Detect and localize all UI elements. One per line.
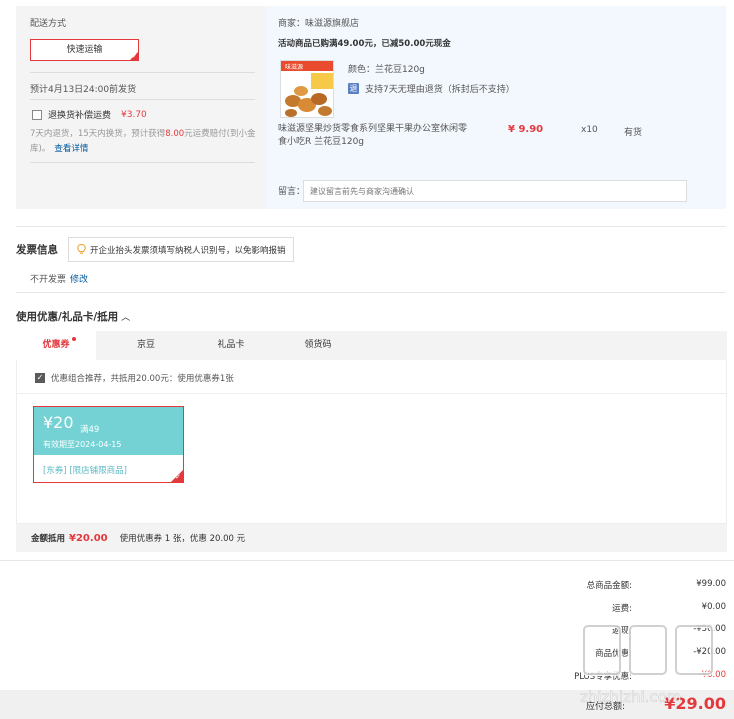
- order-panel: 商家：味滋源旗舰店 活动商品已购满49.00元，已减50.00元现金 味滋源 颜…: [266, 6, 726, 209]
- invoice-value: 不开发票 修改: [30, 272, 88, 285]
- tab-redeem-code[interactable]: 领货码: [288, 331, 348, 360]
- summary-label: 金额抵用: [31, 534, 66, 544]
- promo-text: 活动商品已购满49.00元，已减50.00元现金: [278, 39, 451, 49]
- return-policy-text: 支持7天无理由退货（拆封后不支持）: [365, 85, 515, 95]
- invoice-edit-link[interactable]: 修改: [70, 275, 88, 285]
- coupon-panel: ✓ 优惠组合推荐，共抵用20.00元：使用优惠券1张 ¥20 满49 有效期至2…: [16, 360, 727, 524]
- shop-name: 商家：味滋源旗舰店: [278, 19, 360, 29]
- memo-label: 留言：: [278, 187, 306, 197]
- shipping-title: 配送方式: [30, 19, 67, 29]
- total-value: ¥99.00: [696, 579, 726, 589]
- coupon-combo[interactable]: ✓ 优惠组合推荐，共抵用20.00元：使用优惠券1张: [35, 372, 234, 384]
- product-price: ¥ 9.90: [508, 124, 544, 135]
- divider: [17, 393, 726, 394]
- divider: [16, 226, 726, 227]
- summary-detail: 使用优惠券 1 张，优惠 20.00 元: [119, 534, 246, 544]
- checkmark-icon: ✓: [131, 53, 137, 60]
- insurance-note-text: 7天内退货，15天内换货，预计获得: [30, 129, 166, 139]
- total-row: 运费: ¥0.00: [526, 594, 726, 617]
- insurance-price: ¥3.70: [121, 109, 147, 120]
- thumb-brand: 味滋源: [285, 63, 303, 71]
- stock-status: 有货: [624, 128, 643, 138]
- lightbulb-icon: [77, 244, 86, 254]
- return-icon: 退: [348, 83, 359, 94]
- insurance-checkbox[interactable]: [32, 109, 42, 120]
- divider: [30, 99, 255, 100]
- insurance-note: 7天内退货，15天内换货，预计获得8.00元运费赔付(到小金库)。 查看详情: [30, 127, 258, 157]
- new-dot-icon: [72, 337, 76, 341]
- view-details-link[interactable]: 查看详情: [54, 144, 88, 154]
- invoice-value-text: 不开发票: [30, 275, 67, 285]
- invoice-tip: 开企业抬头发票须填写纳税人识别号，以免影响报销: [68, 237, 294, 262]
- insurance-option[interactable]: 退换货补偿运费 ¥3.70: [32, 108, 147, 121]
- coupon-amount: ¥20: [43, 413, 74, 432]
- checkmark-icon: ✓: [175, 473, 181, 481]
- shipping-method-label: 快速运输: [66, 45, 103, 55]
- total-label: 总商品金额:: [586, 581, 632, 591]
- tab-coupons[interactable]: 优惠券: [16, 331, 96, 360]
- coupon-section-title: 使用优惠/礼品卡/抵用: [16, 311, 119, 323]
- tab-coupons-label: 优惠券: [42, 340, 70, 350]
- combo-checkbox[interactable]: ✓: [35, 373, 45, 383]
- total-label: 运费:: [612, 603, 632, 614]
- divider: [16, 292, 726, 293]
- combo-text: 优惠组合推荐，共抵用20.00元：使用优惠券1张: [51, 374, 234, 384]
- memo-input[interactable]: [303, 180, 687, 202]
- divider: [30, 162, 255, 163]
- product-name[interactable]: 味滋源坚果炒货零食系列坚果干果办公室休闲零食小吃R 兰花豆120g: [278, 123, 468, 149]
- svg-text:zhizhizhi.com: zhizhizhi.com: [580, 688, 681, 706]
- coupon-expiry: 有效期至2024-04-15: [43, 440, 122, 449]
- coupon-tabs: 优惠券 京豆 礼品卡 领货码: [16, 331, 727, 360]
- watermark-logo: zhizhizhi.com: [580, 624, 714, 706]
- tab-gift-card[interactable]: 礼品卡: [201, 331, 261, 360]
- coupon-scope: [东券] [限店铺限商品]: [43, 466, 127, 476]
- divider: [0, 560, 734, 561]
- insurance-note-amount: 8.00: [165, 129, 185, 139]
- divider: [30, 72, 255, 73]
- summary-amount: ¥20.00: [69, 532, 108, 544]
- coupon-condition: 满49: [80, 425, 100, 435]
- product-qty: x10: [581, 125, 598, 135]
- shipping-eta: 预计4月13日24:00前发货: [30, 85, 137, 95]
- insurance-label: 退换货补偿运费: [48, 111, 112, 121]
- shipping-method-button[interactable]: 快速运输 ✓: [30, 39, 139, 61]
- tab-jingdou[interactable]: 京豆: [116, 331, 176, 360]
- invoice-title: 发票信息: [16, 244, 58, 256]
- product-color: 颜色：兰花豆120g: [348, 65, 425, 75]
- total-value: ¥0.00: [701, 601, 726, 612]
- product-thumbnail[interactable]: 味滋源: [280, 60, 334, 118]
- invoice-tip-text: 开企业抬头发票须填写纳税人识别号，以免影响报销: [90, 245, 286, 256]
- product-image: 味滋源: [281, 61, 333, 117]
- shipping-panel: 配送方式 快速运输 ✓ 预计4月13日24:00前发货 退换货补偿运费 ¥3.7…: [16, 6, 266, 209]
- coupon-card-header: ¥20 满49 有效期至2024-04-15: [34, 407, 183, 455]
- coupon-summary: 金额抵用 ¥20.00 使用优惠券 1 张，优惠 20.00 元: [16, 524, 727, 552]
- coupon-card[interactable]: ¥20 满49 有效期至2024-04-15 [东券] [限店铺限商品] ✓: [33, 406, 184, 483]
- coupon-section-toggle[interactable]: 使用优惠/礼品卡/抵用 ︿: [16, 309, 130, 324]
- chevron-up-icon: ︿: [121, 313, 131, 323]
- total-row: 总商品金额: ¥99.00: [526, 571, 726, 594]
- return-policy: 退 支持7天无理由退货（拆封后不支持）: [348, 82, 515, 95]
